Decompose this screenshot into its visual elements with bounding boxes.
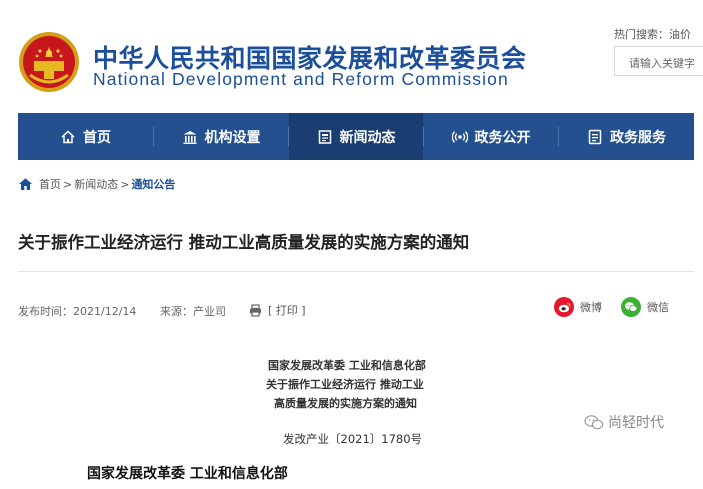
share-wechat-button[interactable]: 微信 <box>621 297 669 317</box>
wechat-icon <box>584 414 604 429</box>
nav-label-public-affairs: 政务公开 <box>474 129 531 146</box>
wechat-icon <box>621 297 641 317</box>
article-title: 关于振作工业经济运行 推动工业高质量发展的实施方案的通知 <box>18 233 470 252</box>
breadcrumb: 首页 > 新闻动态 > 通知公告 <box>18 176 175 192</box>
breadcrumb-separator: > <box>120 177 130 191</box>
printer-icon <box>250 303 261 317</box>
home-icon[interactable] <box>18 177 33 191</box>
article-source: 来源：产业司 <box>160 305 226 318</box>
nav-label-organization: 机构设置 <box>204 129 261 146</box>
doc-title-line: 关于振作工业经济运行 推动工业 <box>266 378 424 391</box>
building-icon <box>183 130 196 144</box>
title-divider <box>18 271 694 272</box>
nav-item-organization[interactable]: 机构设置 <box>154 113 288 160</box>
main-nav: 首页 机构设置 新闻动态 政务公开 政务服务 <box>18 113 694 160</box>
nav-item-home[interactable]: 首页 <box>18 113 153 160</box>
broadcast-icon <box>451 130 468 143</box>
breadcrumb-home[interactable]: 首页 <box>39 176 61 192</box>
site-header: 中华人民共和国国家发展和改革委员会 National Development a… <box>0 0 703 113</box>
watermark-text: 尚轻时代 <box>608 415 664 431</box>
nav-label-home: 首页 <box>83 129 111 146</box>
breadcrumb-news[interactable]: 新闻动态 <box>74 176 118 192</box>
nav-label-news: 新闻动态 <box>339 129 396 146</box>
search-input[interactable]: 请输入关键字 <box>614 46 703 76</box>
doc-number: 发改产业〔2021〕1780号 <box>283 432 423 446</box>
news-icon <box>318 129 331 144</box>
doc-issuer-line: 国家发展改革委 工业和信息化部 <box>268 359 426 372</box>
breadcrumb-separator: > <box>63 177 73 191</box>
service-icon <box>588 129 602 144</box>
nav-item-services[interactable]: 政务服务 <box>559 113 694 160</box>
site-title-en[interactable]: National Development and Reform Commissi… <box>93 69 509 90</box>
breadcrumb-current[interactable]: 通知公告 <box>131 176 175 192</box>
watermark: 尚轻时代 <box>584 412 664 432</box>
home-icon <box>61 129 75 143</box>
national-emblem-icon[interactable] <box>18 31 80 93</box>
doc-paragraph: 国家发展改革委 工业和信息化部 <box>87 466 288 482</box>
nav-label-services: 政务服务 <box>610 129 666 146</box>
doc-title-line: 高质量发展的实施方案的通知 <box>274 397 417 410</box>
print-button[interactable]: [ 打印 ] <box>249 302 306 318</box>
nav-item-public-affairs[interactable]: 政务公开 <box>424 113 558 160</box>
hot-search-label[interactable]: 热门搜索：油价 <box>614 26 691 42</box>
publish-time: 发布时间：2021/12/14 <box>18 305 137 318</box>
share-weibo-button[interactable]: 微博 <box>554 297 602 317</box>
print-label: [ 打印 ] <box>268 304 306 317</box>
nav-item-news[interactable]: 新闻动态 <box>289 113 423 160</box>
weibo-icon <box>554 297 574 317</box>
share-wechat-label: 微信 <box>647 301 669 314</box>
share-weibo-label: 微博 <box>580 301 602 314</box>
